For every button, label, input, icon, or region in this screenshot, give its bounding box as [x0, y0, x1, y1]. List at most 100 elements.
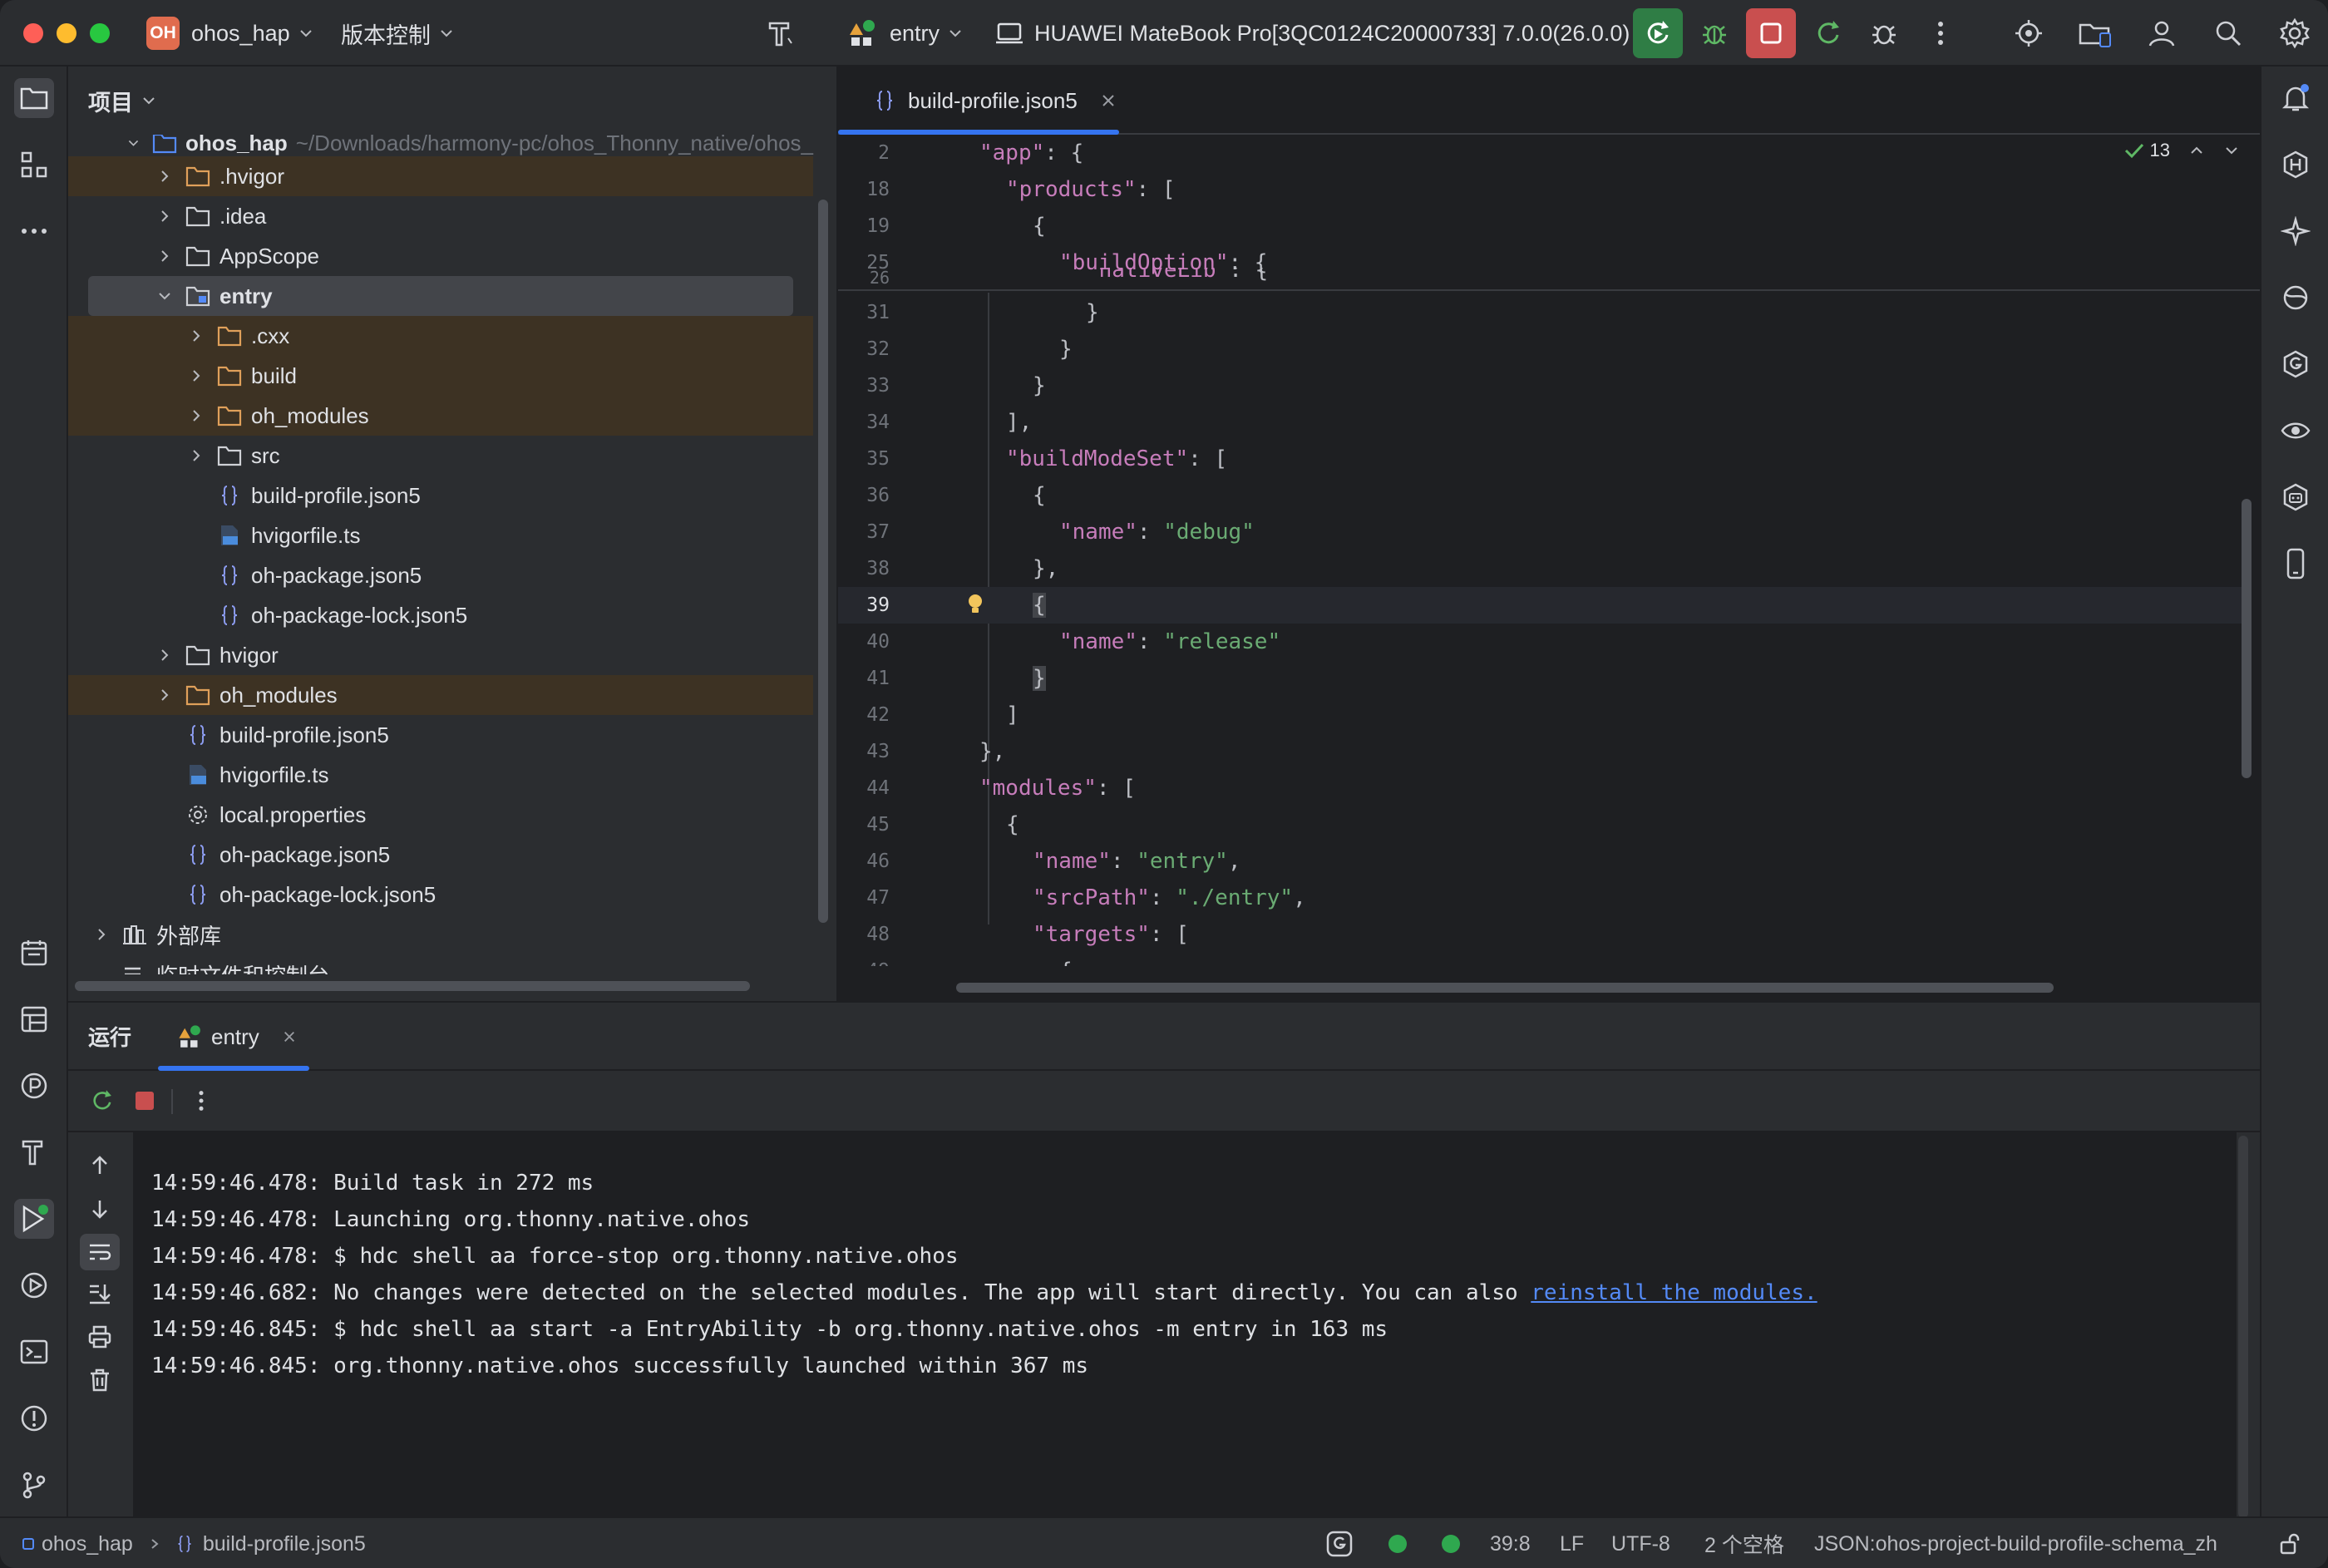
- console-vertical-scrollbar[interactable]: [2238, 1136, 2248, 1518]
- tree-row[interactable]: build: [68, 356, 813, 396]
- code-with-me-button[interactable]: [2004, 17, 2054, 50]
- tree-row[interactable]: .idea: [68, 196, 813, 236]
- device-file-browser-button[interactable]: [2070, 17, 2120, 50]
- cursor-position[interactable]: 39:8: [1490, 1518, 1531, 1568]
- tree-row[interactable]: hvigorfile.ts: [68, 755, 813, 795]
- reinstall-modules-link[interactable]: reinstall the modules.: [1531, 1280, 1817, 1305]
- tree-row[interactable]: oh_modules: [68, 396, 813, 436]
- status-indicator-1[interactable]: [1388, 1518, 1407, 1568]
- scroll-to-end-button[interactable]: [83, 1277, 116, 1310]
- tree-horizontal-scrollbar[interactable]: [75, 981, 750, 991]
- scroll-down-button[interactable]: [83, 1192, 116, 1225]
- editor-horizontal-scrollbar[interactable]: [956, 983, 2054, 993]
- more-tools-button[interactable]: [14, 211, 54, 251]
- soft-wrap-button[interactable]: [80, 1234, 120, 1270]
- line-ending[interactable]: LF: [1560, 1518, 1584, 1568]
- structure-tool-button[interactable]: [14, 145, 54, 185]
- previewer-button[interactable]: [2276, 411, 2316, 451]
- chevron-down-icon: [299, 30, 312, 37]
- clear-console-button[interactable]: [83, 1363, 116, 1397]
- readonly-toggle[interactable]: [2278, 1518, 2301, 1568]
- tree-row[interactable]: AppScope: [68, 236, 813, 276]
- build-hammer-button[interactable]: [755, 17, 805, 50]
- rerun-button[interactable]: [85, 1084, 118, 1117]
- account-button[interactable]: [2137, 17, 2187, 50]
- build-tool-button[interactable]: [14, 1132, 54, 1172]
- project-panel-header[interactable]: 项目: [68, 67, 836, 135]
- minimize-window-button[interactable]: [57, 23, 76, 43]
- tree-row[interactable]: build-profile.json5: [68, 715, 813, 755]
- terminal-tool-button[interactable]: [14, 1332, 54, 1372]
- apply-changes-button[interactable]: [1803, 17, 1852, 50]
- stop-button[interactable]: [128, 1084, 161, 1117]
- tree-row[interactable]: oh-package-lock.json5: [68, 595, 813, 635]
- more-actions-button[interactable]: [185, 1084, 218, 1117]
- git-tool-button[interactable]: [14, 1465, 54, 1505]
- tree-row[interactable]: src: [68, 436, 813, 476]
- indent-setting[interactable]: 2 个空格: [1704, 1518, 1784, 1568]
- tree-row[interactable]: oh-package-lock.json5: [68, 875, 813, 915]
- zoom-window-button[interactable]: [90, 23, 110, 43]
- right-tool-strip: [2260, 67, 2328, 1516]
- chevron-down-icon[interactable]: [2223, 142, 2240, 159]
- run-tool-button[interactable]: [14, 1199, 54, 1239]
- search-everywhere-button[interactable]: [2203, 17, 2253, 50]
- code-area[interactable]: 2 "app": { 18 "products": [ 19{ 25 "buildOp…: [838, 135, 2261, 966]
- editor-tab-build-profile[interactable]: build-profile.json5: [855, 67, 1136, 135]
- rerun-button[interactable]: [1633, 8, 1683, 58]
- close-window-button[interactable]: [23, 23, 43, 43]
- stop-button[interactable]: [1746, 8, 1796, 58]
- tree-row-selected[interactable]: entry: [88, 276, 793, 316]
- codegenie-status[interactable]: [1325, 1518, 1354, 1568]
- tree-row[interactable]: oh-package.json5: [68, 555, 813, 595]
- tree-row[interactable]: oh_modules: [68, 675, 813, 715]
- tree-row[interactable]: .hvigor: [68, 156, 813, 196]
- codegenie-button[interactable]: [2276, 278, 2316, 318]
- settings-button[interactable]: [2270, 17, 2320, 50]
- tree-row[interactable]: 临时文件和控制台: [68, 954, 813, 974]
- device-view-button[interactable]: [2276, 544, 2316, 584]
- print-button[interactable]: [83, 1320, 116, 1354]
- breadcrumb-file[interactable]: build-profile.json5: [203, 1532, 366, 1556]
- ai-assistant-button[interactable]: [2276, 211, 2316, 251]
- notifications-button[interactable]: [2276, 78, 2316, 118]
- debug-button[interactable]: [1689, 17, 1739, 50]
- tree-row[interactable]: local.properties: [68, 795, 813, 835]
- vcs-menu[interactable]: 版本控制: [341, 0, 454, 67]
- json-schema[interactable]: JSON:ohos-project-build-profile-schema_z…: [1814, 1518, 2217, 1568]
- todo-tool-button[interactable]: [14, 933, 54, 973]
- services-tool-button[interactable]: [14, 1265, 54, 1305]
- chevron-up-icon[interactable]: [2188, 142, 2205, 159]
- lightbulb-icon[interactable]: [964, 592, 986, 617]
- device-manager-button[interactable]: [2276, 477, 2316, 517]
- project-tool-button[interactable]: [14, 78, 54, 118]
- status-indicator-2[interactable]: [1442, 1518, 1460, 1568]
- tree-row[interactable]: build-profile.json5: [68, 476, 813, 515]
- layout-tool-button[interactable]: [14, 999, 54, 1039]
- gradle-button[interactable]: [2276, 344, 2316, 384]
- project-switcher[interactable]: OH ohos_hap: [146, 0, 313, 67]
- tree-row[interactable]: 外部库: [68, 915, 813, 954]
- harmony-assistant-button[interactable]: [2276, 145, 2316, 185]
- console-output[interactable]: 14:59:46.478: Build task in 272 ms 14:59…: [133, 1132, 2237, 1518]
- tree-row[interactable]: hvigorfile.ts: [68, 515, 813, 555]
- tree-row[interactable]: .cxx: [68, 316, 813, 356]
- editor-vertical-scrollbar[interactable]: [2242, 499, 2252, 778]
- breadcrumb-project[interactable]: ohos_hap: [42, 1532, 133, 1556]
- run-tab-entry[interactable]: entry: [176, 1003, 296, 1071]
- file-encoding[interactable]: UTF-8: [1611, 1518, 1670, 1568]
- tree-vertical-scrollbar[interactable]: [818, 200, 828, 923]
- scroll-up-button[interactable]: [83, 1149, 116, 1182]
- tree-row[interactable]: hvigor: [68, 635, 813, 675]
- profiler-tool-button[interactable]: [14, 1066, 54, 1106]
- toolbar-divider: [171, 1089, 173, 1114]
- run-config-selector[interactable]: entry: [846, 0, 963, 67]
- attach-debugger-button[interactable]: [1859, 17, 1909, 50]
- close-icon[interactable]: [283, 1030, 296, 1043]
- inspection-widget[interactable]: 13: [2123, 140, 2240, 161]
- tree-row[interactable]: oh-package.json5: [68, 835, 813, 875]
- problems-tool-button[interactable]: [14, 1398, 54, 1438]
- more-actions-button[interactable]: [1916, 17, 1965, 50]
- device-selector[interactable]: HUAWEI MateBook Pro[3QC0124C20000733] 7.…: [994, 0, 1646, 67]
- close-icon[interactable]: [1101, 93, 1116, 108]
